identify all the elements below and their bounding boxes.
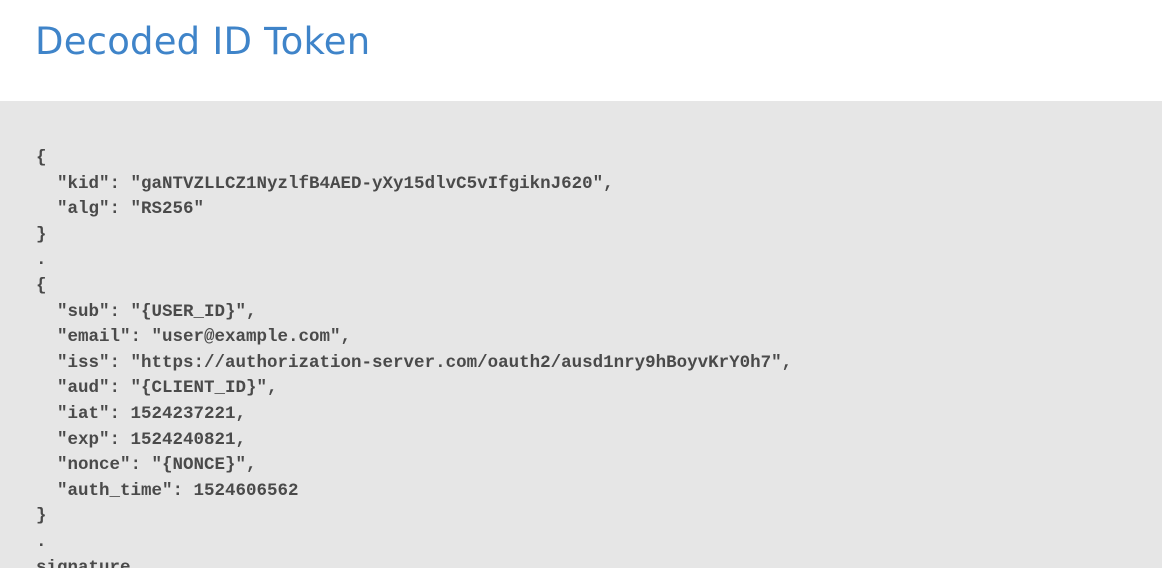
- code-line: {: [36, 275, 47, 296]
- code-line: "kid": "gaNTVZLLCZ1NyzlfB4AED-yXy15dlvC5…: [36, 173, 614, 194]
- code-line: .: [36, 250, 47, 271]
- code-line: "auth_time": 1524606562: [36, 480, 299, 501]
- code-line: "exp": 1524240821,: [36, 429, 247, 450]
- code-line: "alg": "RS256": [36, 199, 205, 220]
- code-line: "email": "user@example.com",: [36, 327, 352, 348]
- code-panel: { "kid": "gaNTVZLLCZ1NyzlfB4AED-yXy15dlv…: [0, 101, 1162, 568]
- slide: Decoded ID Token { "kid": "gaNTVZLLCZ1Ny…: [0, 0, 1162, 568]
- code-line: {: [36, 148, 47, 168]
- code-line: signature: [36, 557, 131, 568]
- slide-title: Decoded ID Token: [35, 20, 371, 63]
- code-line: }: [36, 224, 47, 245]
- code-line: "iss": "https://authorization-server.com…: [36, 352, 793, 373]
- code-line: "sub": "{USER_ID}",: [36, 301, 257, 322]
- code-line: "iat": 1524237221,: [36, 403, 247, 424]
- code-line: "nonce": "{NONCE}",: [36, 455, 257, 476]
- code-line: }: [36, 506, 47, 527]
- code-line: "aud": "{CLIENT_ID}",: [36, 378, 278, 399]
- code-line: .: [36, 531, 47, 552]
- decoded-token-code: { "kid": "gaNTVZLLCZ1NyzlfB4AED-yXy15dlv…: [36, 146, 792, 568]
